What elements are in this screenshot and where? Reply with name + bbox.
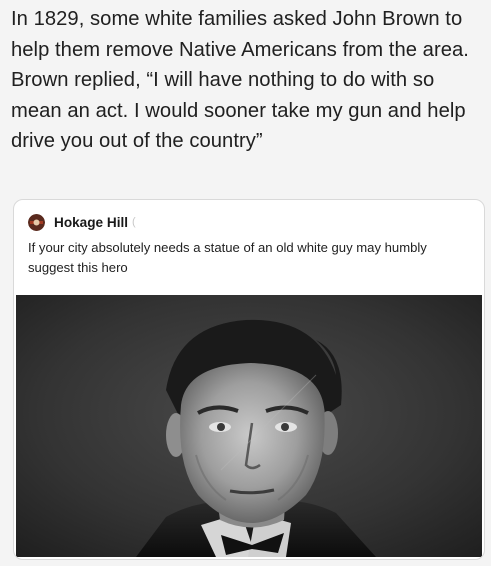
portrait-photo-icon [16,295,482,557]
post-meta-fragment: ( [132,216,136,228]
post-author-name[interactable]: Hokage Hill [54,215,128,230]
post-card: Hokage Hill ( If your city absolutely ne… [13,199,485,560]
post-header: Hokage Hill ( [28,213,136,231]
post-body-text: If your city absolutely needs a statue o… [28,240,427,275]
caption-text: In 1829, some white families asked John … [11,8,469,152]
avatar-icon[interactable] [28,213,45,231]
